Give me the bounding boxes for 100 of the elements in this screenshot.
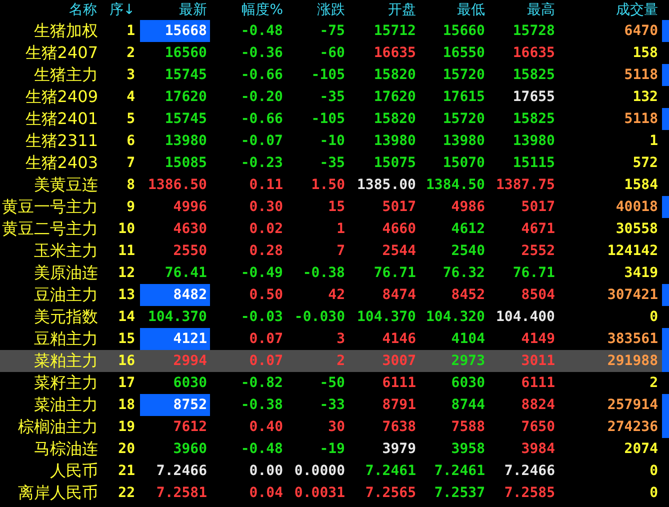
table-cell: 158 — [632, 44, 658, 62]
table-cell: 40018 — [616, 198, 658, 216]
table-cell: 7588 — [451, 418, 485, 436]
column-header[interactable]: 幅度% — [242, 1, 283, 19]
table-cell: 76.71 — [512, 264, 555, 282]
instrument-name: 生猪2407 — [25, 44, 98, 62]
table-row[interactable]: 生猪2403 7 15085 -0.23 -35 15075 15070 15115 572 — [0, 152, 669, 174]
table-row[interactable]: 马棕油连 20 3960 -0.48 -19 3979 3958 3984 2074 — [0, 438, 669, 460]
row-number: 12 — [118, 264, 135, 282]
column-header[interactable]: 涨跌 — [317, 1, 345, 19]
table-cell: 8744 — [451, 396, 485, 414]
row-number: 1 — [126, 22, 135, 40]
table-cell: -0.030 — [294, 308, 345, 326]
table-cell: 16550 — [442, 44, 485, 62]
table-cell: 0.04 — [249, 484, 283, 502]
table-cell: 8504 — [521, 286, 555, 304]
table-cell: 13980 — [512, 132, 555, 150]
instrument-name: 美黄豆连 — [34, 176, 98, 194]
table-cell: 0.50 — [249, 286, 283, 304]
table-cell: 0 — [650, 308, 658, 326]
table-row[interactable]: 生猪2409 4 17620 -0.20 -35 17620 17615 17655 132 — [0, 86, 669, 108]
table-cell: 15825 — [512, 66, 555, 84]
table-cell: -0.82 — [240, 374, 283, 392]
table-row[interactable]: 棕榈油主力 19 7612 0.40 30 7638 7588 7650 274236 — [0, 416, 669, 438]
table-row[interactable]: 黄豆二号主力 10 4630 0.02 1 4660 4612 4671 30558 — [0, 218, 669, 240]
table-cell: 15085 — [164, 154, 207, 172]
table-cell: -0.03 — [240, 308, 283, 326]
table-cell: 42 — [328, 286, 345, 304]
table-cell: -19 — [320, 440, 345, 458]
table-row[interactable]: 菜籽主力 17 6030 -0.82 -50 6111 6030 6111 2 — [0, 372, 669, 394]
table-row[interactable]: 黄豆一号主力 9 4996 0.30 15 5017 4986 5017 40018 — [0, 196, 669, 218]
table-cell: 0 — [650, 462, 658, 480]
instrument-name: 美原油连 — [34, 264, 98, 282]
table-row[interactable]: 人民币 21 7.2466 0.00 0.0000 7.2461 7.2461 7.2466 0 — [0, 460, 669, 482]
table-row[interactable]: 美元指数 14 104.370 -0.03 -0.030 104.370 104.320 104.400 0 — [0, 306, 669, 328]
table-row[interactable]: 玉米主力 11 2550 0.28 7 2544 2540 2552 124142 — [0, 240, 669, 262]
table-row[interactable]: 美原油连 12 76.41 -0.49 -0.38 76.71 76.32 76.71 3419 — [0, 262, 669, 284]
column-header[interactable]: 开盘 — [388, 1, 416, 19]
table-cell: -60 — [320, 44, 345, 62]
table-cell: 0.00 — [249, 462, 283, 480]
instrument-name: 离岸人民币 — [18, 484, 98, 502]
table-cell: 16635 — [512, 44, 555, 62]
column-header[interactable]: 最低 — [457, 1, 485, 19]
table-row[interactable]: 生猪2311 6 13980 -0.07 -10 13980 13980 13980 1 — [0, 130, 669, 152]
column-header[interactable]: 名称 — [69, 1, 97, 19]
table-cell: -0.38 — [302, 264, 345, 282]
table-cell: 104.370 — [356, 308, 416, 326]
table-cell: 0.28 — [249, 242, 283, 260]
table-cell: 104.320 — [426, 308, 485, 326]
table-cell: 4630 — [173, 220, 207, 238]
table-cell: 4986 — [451, 198, 485, 216]
row-number: 7 — [126, 154, 135, 172]
table-cell: 1384.50 — [426, 176, 485, 194]
column-header[interactable]: 最高 — [527, 1, 555, 19]
table-row[interactable]: 豆粕主力 15 4121 0.07 3 4146 4104 4149 383561 — [0, 328, 669, 350]
table-cell: 0.40 — [249, 418, 283, 436]
table-row[interactable]: 生猪主力 3 15745 -0.66 -105 15820 15720 15825 5118 — [0, 64, 669, 86]
instrument-name: 生猪2409 — [25, 88, 98, 106]
table-row[interactable]: 生猪2407 2 16560 -0.36 -60 16635 16550 16635 158 — [0, 42, 669, 64]
table-cell: 274236 — [607, 418, 658, 436]
column-header[interactable]: 最新 — [179, 1, 207, 19]
table-cell: 3984 — [521, 440, 555, 458]
table-cell: -0.48 — [240, 440, 283, 458]
table-cell: -75 — [320, 22, 345, 40]
table-row[interactable]: 生猪2401 5 15745 -0.66 -105 15820 15720 15825 5118 — [0, 108, 669, 130]
table-row[interactable]: 生猪加权 1 15668 -0.48 -75 15712 15660 15728 6470 — [0, 20, 669, 42]
table-cell: 2 — [336, 352, 345, 370]
table-cell: 4660 — [382, 220, 416, 238]
table-row[interactable]: 离岸人民币 22 7.2581 0.04 0.0031 7.2565 7.2537 7.2585 0 — [0, 482, 669, 504]
row-number: 6 — [126, 132, 135, 150]
instrument-name: 黄豆二号主力 — [2, 220, 98, 238]
table-cell: 6470 — [624, 22, 658, 40]
table-cell: 15668 — [164, 22, 207, 40]
table-cell: -0.48 — [240, 22, 283, 40]
table-cell: 2544 — [382, 242, 416, 260]
column-header[interactable]: 序↓ — [109, 1, 135, 19]
instrument-name: 美元指数 — [34, 308, 98, 326]
table-cell: -0.49 — [240, 264, 283, 282]
table-cell: -0.38 — [240, 396, 283, 414]
table-cell: 7.2461 — [434, 462, 485, 480]
table-cell: 291988 — [607, 352, 658, 370]
table-cell: 572 — [632, 154, 658, 172]
instrument-name: 生猪2401 — [25, 110, 98, 128]
row-number: 11 — [118, 242, 135, 260]
table-row[interactable]: 豆油主力 13 8482 0.50 42 8474 8452 8504 307421 — [0, 284, 669, 306]
row-number: 5 — [126, 110, 135, 128]
table-cell: 5118 — [624, 66, 658, 84]
row-number: 16 — [118, 352, 135, 370]
instrument-name: 人民币 — [50, 462, 98, 480]
table-row[interactable]: 美黄豆连 8 1386.50 0.11 1.50 1385.00 1384.50 1387.75 1584 — [0, 174, 669, 196]
table-cell: 4121 — [173, 330, 207, 348]
column-header[interactable]: 成交量 — [616, 1, 658, 19]
table-cell: 2973 — [451, 352, 485, 370]
row-number: 20 — [118, 440, 135, 458]
instrument-name: 豆油主力 — [34, 286, 98, 304]
table-row[interactable]: 菜油主力 18 8752 -0.38 -33 8791 8744 8824 257914 — [0, 394, 669, 416]
instrument-name: 生猪2403 — [25, 154, 98, 172]
table-cell: 15660 — [442, 22, 485, 40]
table-cell: 13980 — [442, 132, 485, 150]
table-row[interactable]: 菜粕主力 16 2994 0.07 2 3007 2973 3011 291988 — [0, 350, 669, 372]
